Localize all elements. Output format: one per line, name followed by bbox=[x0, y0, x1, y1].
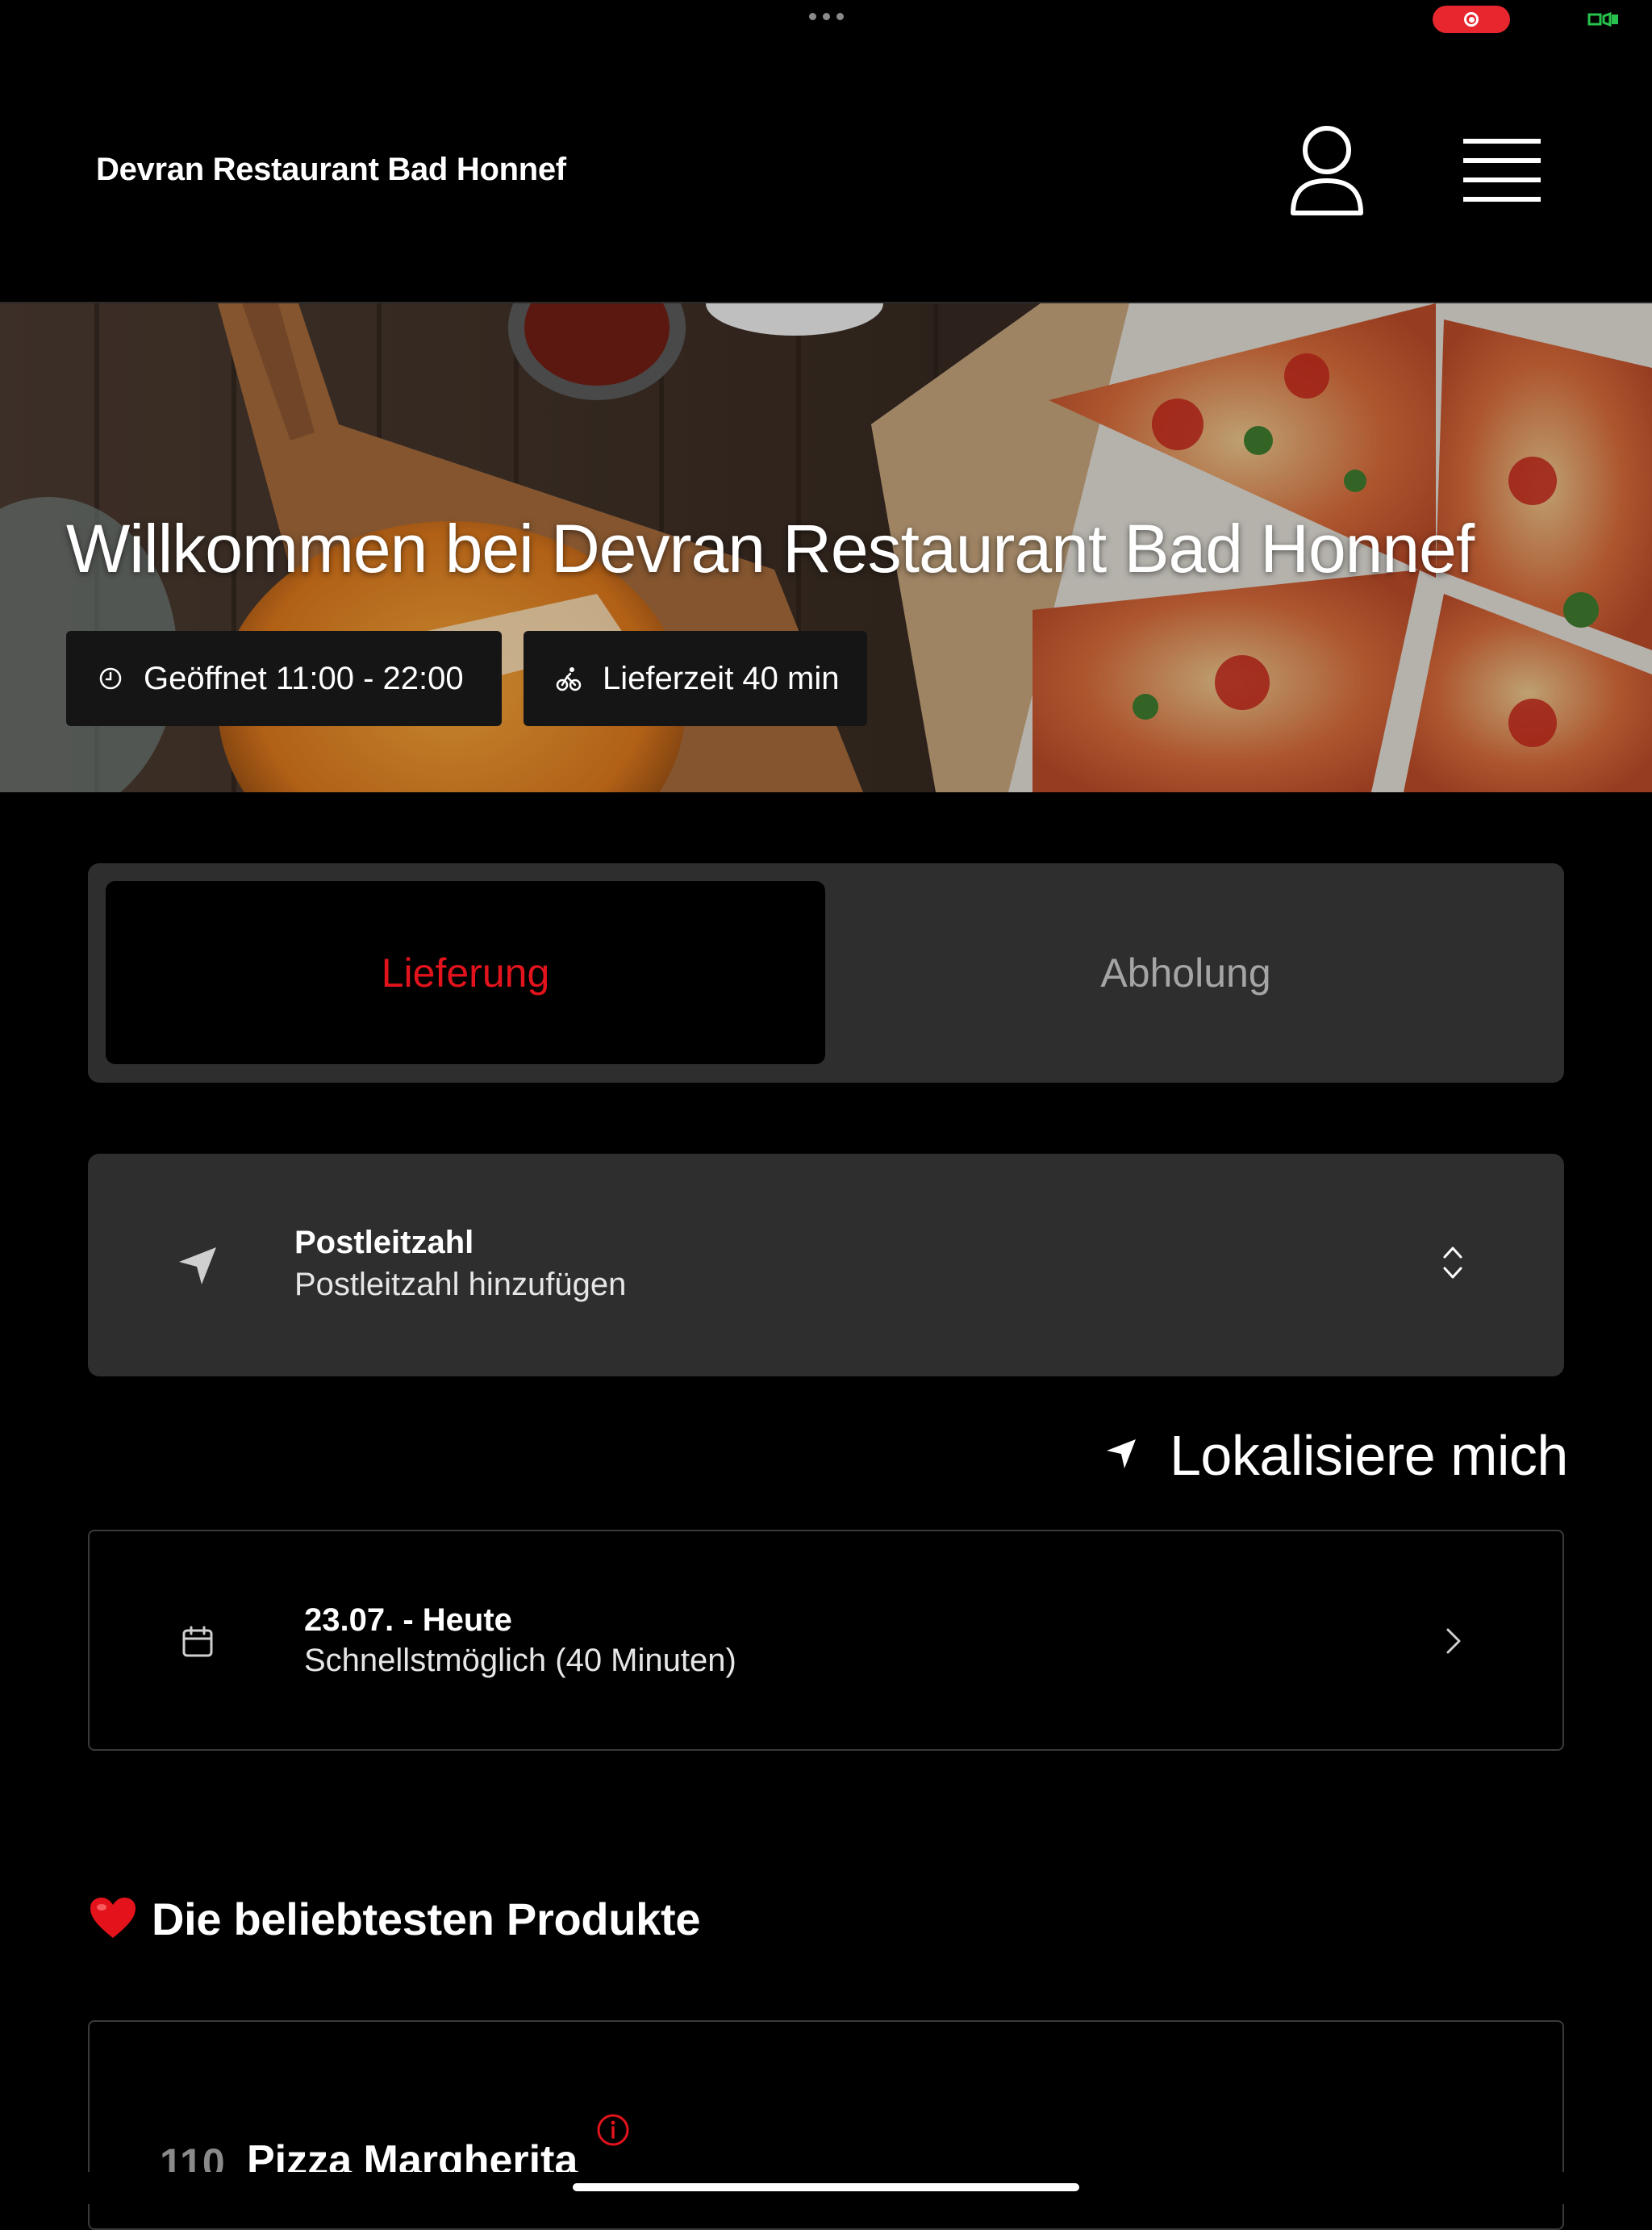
menu-icon[interactable] bbox=[1462, 136, 1542, 205]
locate-me-link[interactable]: Lokalisiere mich bbox=[1170, 1423, 1568, 1488]
screen-recording-indicator[interactable] bbox=[1433, 6, 1510, 33]
camera-indicator-icon bbox=[1587, 11, 1618, 27]
bike-icon bbox=[556, 667, 582, 691]
clock-icon bbox=[99, 667, 122, 690]
schedule-selector[interactable] bbox=[88, 1530, 1564, 1751]
site-title[interactable]: Devran Restaurant Bad Honnef bbox=[96, 152, 566, 188]
chevron-right-icon bbox=[1446, 1628, 1461, 1654]
navigation-arrow-icon bbox=[179, 1247, 216, 1284]
multitasking-dots-icon[interactable] bbox=[807, 13, 845, 23]
delivery-time-chip: Lieferzeit 40 min bbox=[524, 631, 867, 726]
schedule-date: 23.07. - Heute bbox=[304, 1602, 512, 1638]
tab-delivery[interactable]: Lieferung bbox=[106, 881, 825, 1064]
tab-pickup[interactable]: Abholung bbox=[825, 881, 1546, 1064]
postcode-label: Postleitzahl bbox=[294, 1225, 474, 1260]
calendar-icon bbox=[182, 1626, 213, 1657]
home-indicator[interactable] bbox=[573, 2183, 1079, 2191]
locate-arrow-icon[interactable] bbox=[1105, 1438, 1137, 1470]
schedule-time: Schnellstmöglich (40 Minuten) bbox=[304, 1643, 736, 1678]
heart-icon bbox=[90, 1898, 136, 1938]
info-icon[interactable] bbox=[595, 2112, 631, 2148]
hero-title: Willkommen bei Devran Restaurant Bad Hon… bbox=[66, 511, 1475, 587]
opening-hours-text: Geöffnet 11:00 - 22:00 bbox=[144, 660, 464, 696]
postcode-value[interactable]: Postleitzahl hinzufügen bbox=[294, 1267, 626, 1303]
popular-products-title: Die beliebtesten Produkte bbox=[152, 1894, 701, 1944]
postcode-selector[interactable] bbox=[88, 1154, 1564, 1376]
user-icon[interactable] bbox=[1289, 123, 1365, 218]
delivery-time-text: Lieferzeit 40 min bbox=[603, 660, 840, 696]
opening-hours-chip: Geöffnet 11:00 - 22:00 bbox=[66, 631, 502, 726]
chevron-up-down-icon bbox=[1443, 1247, 1462, 1279]
